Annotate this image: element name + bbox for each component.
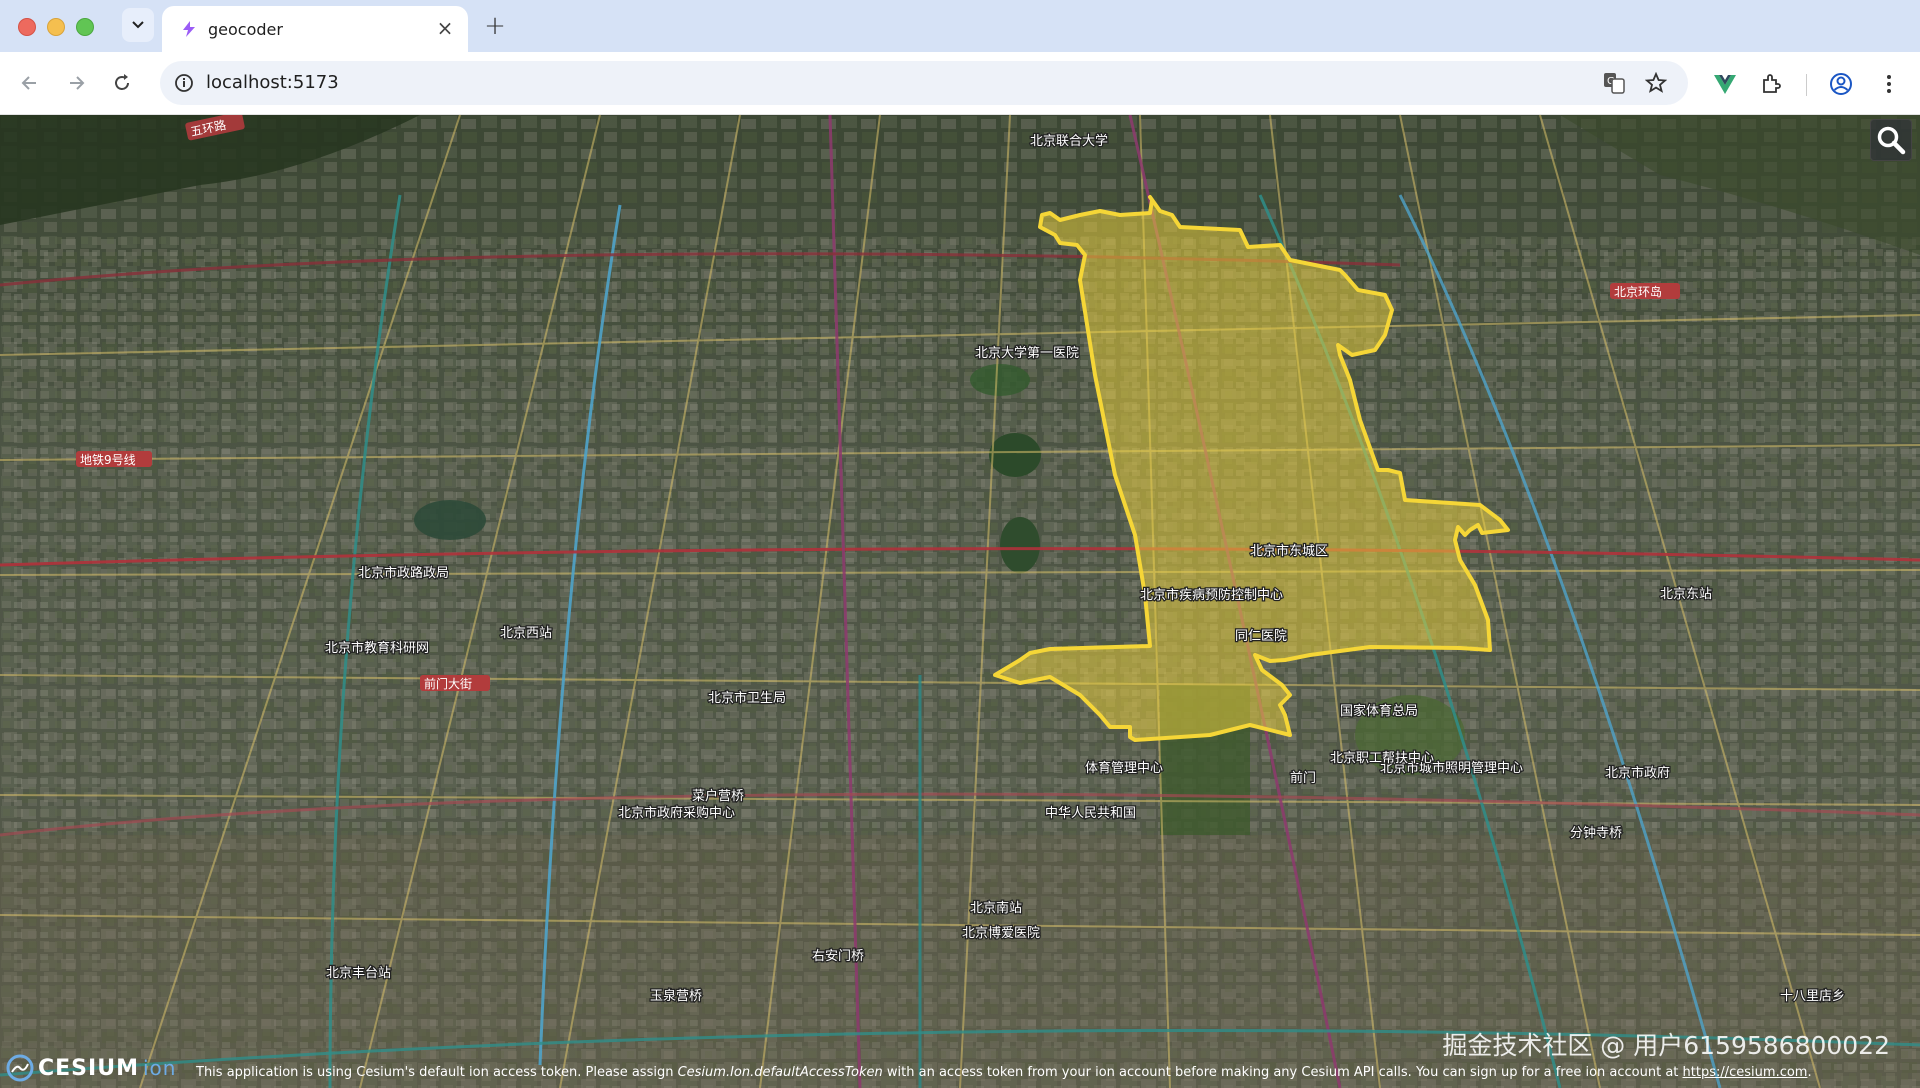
map-label: 中华人民共和国 <box>1045 806 1136 821</box>
map-label: 前门 <box>1290 770 1316 786</box>
site-info-icon[interactable] <box>172 71 196 95</box>
translate-icon[interactable]: G <box>1602 71 1626 95</box>
map-label: 玉泉营桥 <box>650 988 702 1004</box>
url-text[interactable]: localhost:5173 <box>206 72 339 93</box>
map-label: 北京市教育科研网 <box>325 640 429 656</box>
cesium-logo-text: CESIUM <box>38 1055 139 1081</box>
toolbar-divider <box>1806 74 1807 96</box>
search-icon <box>1877 126 1906 155</box>
cesium-logo-ion: ion <box>142 1056 177 1080</box>
cesium-viewer[interactable]: 五环路 地铁9号线 北京环岛 前门大街 北京联合大学 北京西站 北京南站 北京丰… <box>0 115 1920 1088</box>
map-label: 国家体育总局 <box>1340 703 1418 719</box>
cesium-logo-icon <box>6 1054 34 1082</box>
road-label-qianmen: 前门大街 <box>424 676 472 691</box>
map-label: 北京市东城区 <box>1250 543 1328 559</box>
map-label: 北京市卫生局 <box>708 690 786 706</box>
map-label: 北京市疾病预防控制中心 <box>1140 587 1283 603</box>
cesium-credit-bar: CESIUM ion This application is using Ces… <box>0 1050 1920 1088</box>
map-label: 北京联合大学 <box>1030 133 1108 149</box>
road-label-metro: 地铁9号线 <box>80 453 136 467</box>
back-button[interactable] <box>16 69 44 97</box>
chevron-down-icon <box>132 21 144 29</box>
map-label: 十八里店乡 <box>1780 989 1845 1004</box>
browser-tab[interactable]: geocoder × <box>162 6 468 52</box>
address-bar[interactable]: localhost:5173 G <box>160 61 1688 105</box>
map-label: 北京南站 <box>970 900 1022 916</box>
credit-text-part: This application is using Cesium's defau… <box>196 1065 678 1080</box>
satellite-map[interactable]: 五环路 地铁9号线 北京环岛 前门大街 北京联合大学 北京西站 北京南站 北京丰… <box>0 115 1920 1088</box>
forward-button[interactable] <box>62 69 90 97</box>
profile-avatar-icon[interactable] <box>1828 71 1854 97</box>
tab-title: geocoder <box>208 20 283 39</box>
minimize-window-button[interactable] <box>47 18 65 36</box>
browser-tab-strip: geocoder × + <box>0 0 1920 52</box>
arrow-left-icon <box>21 76 36 90</box>
ion-token-warning: This application is using Cesium's defau… <box>196 1065 1812 1080</box>
credit-text-end: . <box>1807 1065 1812 1080</box>
map-label: 分钟寺桥 <box>1570 825 1622 841</box>
menu-kebab-icon[interactable] <box>1876 71 1902 97</box>
new-tab-button[interactable]: + <box>482 11 508 41</box>
zoom-window-button[interactable] <box>76 18 94 36</box>
map-label: 北京市政路政局 <box>358 565 449 581</box>
map-label: 北京市政府 <box>1605 765 1670 781</box>
reload-button[interactable] <box>108 69 136 97</box>
cesium-ion-logo[interactable]: CESIUM ion <box>6 1054 176 1082</box>
bookmark-star-icon[interactable] <box>1644 71 1668 95</box>
reload-icon <box>115 74 129 90</box>
browser-toolbar: localhost:5173 G <box>0 52 1920 115</box>
map-label: 北京职工帮扶中心 <box>1330 751 1434 766</box>
tab-search-button[interactable] <box>122 8 154 42</box>
map-label: 菜户营桥 <box>692 788 744 804</box>
map-label: 北京博爱医院 <box>962 926 1040 941</box>
tab-close-button[interactable]: × <box>434 16 456 40</box>
arrow-right-icon <box>70 76 85 90</box>
credit-code: Cesium.Ion.defaultAccessToken <box>677 1065 883 1080</box>
credit-text-part: with an access token from your ion accou… <box>882 1065 1683 1080</box>
map-label: 同仁医院 <box>1235 629 1287 644</box>
extensions-puzzle-icon[interactable] <box>1758 71 1784 97</box>
map-label: 北京大学第一医院 <box>975 345 1079 361</box>
map-label: 北京东站 <box>1660 587 1712 602</box>
map-label: 北京西站 <box>500 626 552 641</box>
map-label: 北京丰台站 <box>326 966 391 981</box>
close-window-button[interactable] <box>18 18 36 36</box>
vue-devtools-icon[interactable] <box>1712 71 1738 97</box>
vite-favicon-icon <box>180 20 198 42</box>
map-label: 北京市政府采购中心 <box>618 805 735 821</box>
geocoder-search-button[interactable] <box>1870 119 1912 161</box>
road-label-ring: 北京环岛 <box>1614 284 1662 299</box>
map-label: 右安门桥 <box>812 949 864 964</box>
map-label: 体育管理中心 <box>1085 760 1163 776</box>
cesium-link[interactable]: https://cesium.com <box>1683 1065 1808 1080</box>
